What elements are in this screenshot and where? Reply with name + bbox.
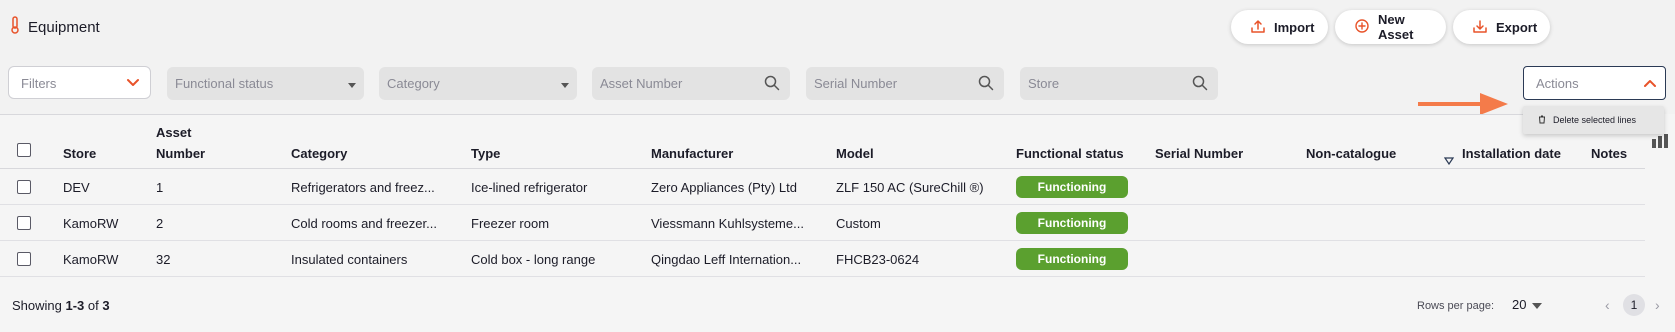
new-asset-label: New Asset (1378, 12, 1414, 42)
row-checkbox[interactable] (17, 252, 31, 266)
column-asset-number-line2[interactable]: Number (156, 143, 205, 164)
caret-down-icon (561, 83, 569, 88)
asset-number-input[interactable]: Asset Number (592, 67, 790, 100)
cell-store: KamoRW (63, 216, 119, 231)
cell-asset-number: 1 (156, 180, 164, 195)
column-functional-status[interactable]: Functional status (1016, 143, 1124, 164)
cell-category: Cold rooms and freezer... (291, 216, 437, 231)
column-category[interactable]: Category (291, 143, 347, 164)
actions-select[interactable]: Actions (1523, 66, 1666, 100)
status-badge: Functioning (1016, 248, 1128, 270)
import-label: Import (1274, 19, 1315, 35)
rows-per-page-select[interactable]: 20 (1512, 297, 1543, 312)
column-model[interactable]: Model (836, 143, 874, 164)
equipment-table: Store Asset Number Category Type Manufac… (0, 114, 1675, 332)
chevron-down-icon (126, 75, 140, 92)
thermometer-icon (10, 16, 20, 39)
column-non-catalogue[interactable]: Non-catalogue (1306, 143, 1396, 164)
sort-icon[interactable] (1443, 152, 1455, 170)
page-title: Equipment (28, 19, 100, 36)
cell-type: Ice-lined refrigerator (471, 180, 588, 195)
next-page-icon[interactable]: › (1655, 297, 1660, 313)
cell-manufacturer: Zero Appliances (Pty) Ltd (651, 180, 797, 195)
functional-status-select[interactable]: Functional status (167, 67, 364, 100)
column-type[interactable]: Type (471, 143, 500, 164)
cell-store: KamoRW (63, 252, 119, 267)
cell-type: Cold box - long range (471, 252, 596, 267)
actions-placeholder: Actions (1536, 76, 1579, 91)
search-icon (764, 75, 780, 94)
status-badge: Functioning (1016, 176, 1128, 198)
category-placeholder: Category (387, 76, 440, 91)
column-notes[interactable]: Notes (1591, 143, 1627, 164)
status-badge: Functioning (1016, 212, 1128, 234)
column-asset-number-line1[interactable]: Asset (156, 122, 191, 143)
store-input[interactable]: Store (1020, 67, 1218, 100)
cell-store: DEV (63, 180, 90, 195)
select-all-checkbox[interactable] (17, 143, 31, 157)
search-icon (1192, 75, 1208, 94)
trash-icon (1538, 115, 1546, 126)
cell-model: FHCB23-0624 (836, 252, 920, 267)
table-header: Store Asset Number Category Type Manufac… (0, 114, 1645, 169)
table-row[interactable]: KamoRW 2 Cold rooms and freezer... Freez… (0, 205, 1645, 241)
plus-circle-icon (1355, 18, 1369, 36)
new-asset-button[interactable]: New Asset (1335, 10, 1446, 44)
current-page[interactable]: 1 (1623, 294, 1645, 316)
caret-down-icon (348, 83, 356, 88)
column-serial-number[interactable]: Serial Number (1155, 143, 1243, 164)
showing-summary: Showing 1-3 of 3 (12, 298, 110, 313)
column-installation-date[interactable]: Installation date (1462, 143, 1561, 164)
cell-type: Freezer room (471, 216, 550, 231)
filters-dropdown[interactable]: Filters (8, 66, 151, 99)
cell-asset-number: 2 (156, 216, 164, 231)
cell-model: Custom (836, 216, 881, 231)
download-icon (1473, 19, 1487, 36)
filters-label: Filters (21, 76, 57, 91)
search-icon (978, 75, 994, 94)
row-checkbox[interactable] (17, 180, 31, 194)
rows-per-page-label: Rows per page: (1417, 300, 1495, 312)
row-checkbox[interactable] (17, 216, 31, 230)
page-title-wrap: Equipment (10, 16, 100, 39)
page-header: Equipment Import New Asset Export (0, 0, 1675, 52)
cell-manufacturer: Viessmann Kuhlsysteme... (651, 216, 804, 231)
column-manufacturer[interactable]: Manufacturer (651, 143, 733, 164)
category-select[interactable]: Category (379, 67, 577, 100)
upload-icon (1251, 19, 1265, 36)
actions-menu: Delete selected lines (1523, 106, 1664, 134)
cell-category: Refrigerators and freez... (291, 180, 435, 195)
serial-number-input[interactable]: Serial Number (806, 67, 1004, 100)
cell-category: Insulated containers (291, 252, 408, 267)
store-placeholder: Store (1028, 76, 1060, 91)
caret-down-icon (1532, 297, 1543, 312)
showing-of: of (84, 298, 103, 313)
column-store[interactable]: Store (63, 143, 96, 164)
cell-model: ZLF 150 AC (SureChill ®) (836, 180, 984, 195)
serial-number-placeholder: Serial Number (814, 76, 898, 91)
export-button[interactable]: Export (1453, 10, 1550, 44)
showing-prefix: Showing (12, 298, 66, 313)
prev-page-icon[interactable]: ‹ (1605, 297, 1610, 313)
columns-icon[interactable] (1651, 134, 1671, 153)
export-label: Export (1496, 19, 1538, 35)
cell-asset-number: 32 (156, 252, 171, 267)
table-row[interactable]: KamoRW 32 Insulated containers Cold box … (0, 241, 1645, 277)
import-button[interactable]: Import (1231, 10, 1328, 44)
table-footer: Showing 1-3 of 3 Rows per page: 20 ‹ 1 › (0, 282, 1675, 332)
rows-per-page-value: 20 (1512, 297, 1527, 312)
cell-manufacturer: Qingdao Leff Internation... (651, 252, 802, 267)
showing-range: 1-3 (65, 298, 85, 313)
showing-total: 3 (102, 298, 110, 313)
asset-number-placeholder: Asset Number (600, 76, 683, 91)
delete-selected-lines-item[interactable]: Delete selected lines (1553, 115, 1636, 125)
functional-status-placeholder: Functional status (175, 76, 274, 91)
table-row[interactable]: DEV 1 Refrigerators and freez... Ice-lin… (0, 169, 1645, 205)
chevron-up-icon (1643, 76, 1657, 93)
